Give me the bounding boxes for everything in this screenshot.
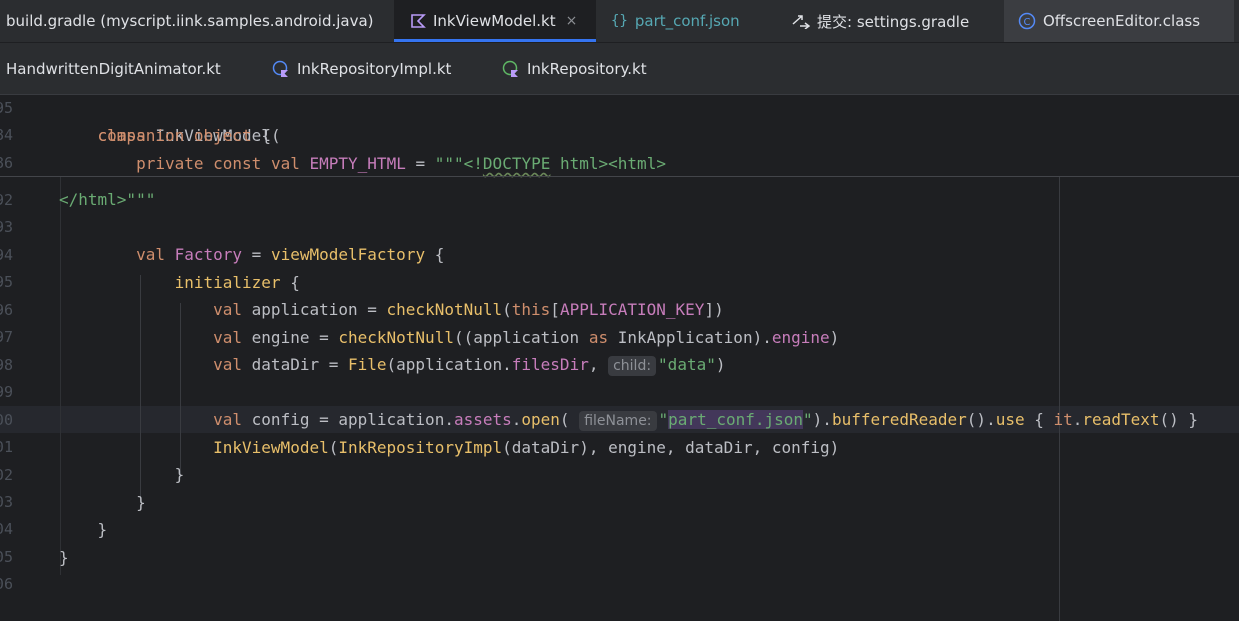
line-number: 96: [0, 301, 13, 319]
code-line[interactable]: initializer {: [59, 269, 300, 296]
line-number: 93: [0, 218, 13, 236]
tab-label: part_conf.json: [634, 12, 740, 30]
line-number: 94: [0, 246, 13, 264]
sticky-line-class[interactable]: class InkViewModel( yanjiangang: [59, 95, 281, 172]
kotlin-class-icon: [272, 60, 290, 78]
code-line[interactable]: val dataDir = File(application.filesDir,…: [59, 351, 725, 378]
right-margin-guide: [1059, 177, 1060, 621]
class-icon: C: [1018, 12, 1036, 30]
code-line[interactable]: }: [59, 461, 185, 488]
line-number: 97: [0, 328, 13, 346]
line-number: 98: [0, 356, 13, 374]
line-number: 86: [0, 154, 13, 172]
tab-build-gradle[interactable]: build.gradle (myscript.iink.samples.andr…: [6, 0, 374, 42]
tab-label: InkRepositoryImpl.kt: [297, 59, 452, 78]
code-line-current[interactable]: val config = application.assets.open( fi…: [59, 406, 1198, 433]
code-editor[interactable]: 95 84 86 92 93 94 95 96 97 98 99 100 101…: [0, 95, 1239, 621]
code-line[interactable]: val Factory = viewModelFactory {: [59, 241, 444, 268]
line-number: 84: [0, 126, 13, 144]
line-number: 105: [0, 548, 13, 566]
tab-label: InkViewModel.kt: [433, 12, 556, 30]
line-number-gutter: 95 84 86 92 93 94 95 96 97 98 99 100 101…: [0, 95, 16, 621]
tab-handwritten-digit-animator[interactable]: HandwrittenDigitAnimator.kt: [6, 43, 221, 94]
code-line[interactable]: InkViewModel(InkRepositoryImpl(dataDir),…: [59, 434, 839, 461]
editor-tabs-row-2: HandwrittenDigitAnimator.kt InkRepositor…: [0, 43, 1239, 95]
sticky-line-companion[interactable]: companion object { yanjiangang: [59, 122, 271, 172]
tab-ink-repository-impl[interactable]: InkRepositoryImpl.kt: [272, 43, 451, 94]
text-selection: part_conf.json: [668, 410, 804, 429]
editor-tabs-row-1: build.gradle (myscript.iink.samples.andr…: [0, 0, 1239, 43]
line-number: 95: [0, 99, 13, 117]
line-number: 99: [0, 383, 13, 401]
tab-offscreen-editor[interactable]: C OffscreenEditor.class: [1004, 0, 1234, 42]
line-number: 102: [0, 466, 13, 484]
tab-label: 提交: settings.gradle: [817, 12, 970, 31]
tab-label: HandwrittenDigitAnimator.kt: [6, 59, 221, 78]
line-number: 106: [0, 575, 13, 593]
kotlin-icon: [410, 13, 426, 29]
tab-label: InkRepository.kt: [527, 59, 647, 78]
parameter-hint: fileName:: [579, 411, 657, 431]
svg-text:C: C: [1024, 17, 1031, 28]
close-icon[interactable]: ×: [566, 13, 578, 29]
code-line[interactable]: }: [59, 516, 108, 543]
line-number: 101: [0, 438, 13, 456]
tab-label: build.gradle (myscript.iink.samples.andr…: [6, 12, 374, 30]
code-line[interactable]: }: [59, 489, 146, 516]
tab-label: OffscreenEditor.class: [1043, 12, 1201, 30]
commit-icon: [792, 13, 810, 29]
tab-part-conf-json[interactable]: {} part_conf.json: [611, 0, 740, 42]
code-line[interactable]: val application = checkNotNull(this[APPL…: [59, 296, 724, 323]
tab-commit-settings-gradle[interactable]: 提交: settings.gradle: [792, 0, 969, 42]
code-line[interactable]: val engine = checkNotNull((application a…: [59, 324, 839, 351]
tab-ink-repository[interactable]: InkRepository.kt: [502, 43, 647, 94]
line-number: 92: [0, 191, 13, 209]
line-number: 95: [0, 273, 13, 291]
json-braces-icon: {}: [611, 13, 628, 29]
line-number: 100: [0, 411, 13, 429]
sticky-line-empty-html[interactable]: private const val EMPTY_HTML = """<!DOCT…: [59, 150, 1239, 177]
sticky-header-divider: [0, 176, 1239, 177]
line-number: 104: [0, 520, 13, 538]
parameter-hint: child:: [608, 356, 657, 376]
code-line[interactable]: </html>""": [59, 186, 155, 213]
tab-inkviewmodel[interactable]: InkViewModel.kt ×: [394, 0, 596, 42]
code-line[interactable]: }: [59, 544, 69, 571]
line-number: 103: [0, 493, 13, 511]
kotlin-interface-icon: [502, 60, 520, 78]
